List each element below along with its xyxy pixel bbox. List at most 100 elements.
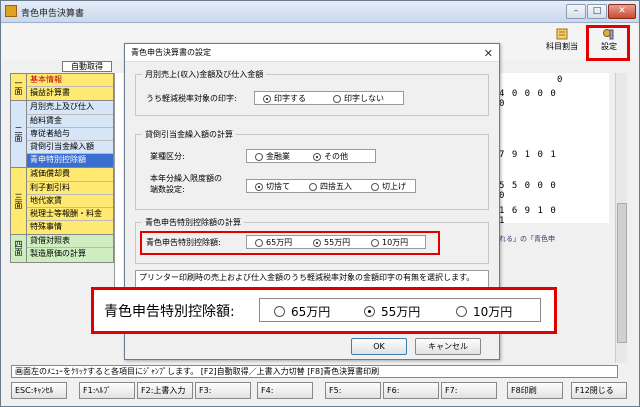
auto-fetch-toggle[interactable]: 自動取得: [62, 61, 112, 72]
function-key-bar: ESC:ｷｬﾝｾﾙ F1:ﾍﾙﾌﾟ F2:上書入力 F3: F4: F5: F6…: [11, 382, 631, 400]
nav-item-soneki[interactable]: 損益計算書: [27, 87, 113, 101]
section-bad-debt: 貸倒引当金繰入額の計算 業種区分: 金融業 その他 本年分繰入限度額の 端数設定…: [135, 129, 489, 210]
zoom-callout: 青色申告特別控除額: 65万円 55万円 10万円: [91, 287, 557, 334]
kamoku-wariate-button[interactable]: 科目割当: [542, 26, 582, 58]
status-bar: 画面左のﾒﾆｭｰをｸﾘｯｸすると各項目にｼﾞｬﾝﾌﾟします。 [F2]自動取得／…: [11, 365, 618, 378]
nav-item-family[interactable]: 専従者給与: [27, 127, 113, 141]
nav-item-salary[interactable]: 給料賃金: [27, 114, 113, 128]
fkey-f6[interactable]: F6:: [383, 382, 439, 399]
radio-button[interactable]: [263, 94, 271, 103]
nav-item-monthly[interactable]: 月別売上及び仕入: [27, 101, 113, 115]
form-value: 1 6 9 1 0 1: [499, 206, 557, 226]
fkey-f12[interactable]: F12閉じる: [571, 382, 627, 399]
nav-group-3: 三面 減価償却費 利子割引料 地代家賃 税理士等報酬・料金 特殊事情: [10, 168, 114, 236]
nav-item-fees[interactable]: 税理士等報酬・料金: [27, 207, 113, 222]
minimize-button[interactable]: –: [566, 4, 586, 19]
rounding-label-line2: 端数設定:: [150, 185, 185, 194]
fkey-f7[interactable]: F7:: [441, 382, 497, 399]
radio-button[interactable]: [313, 152, 321, 161]
radio-label: 印字しない: [344, 94, 384, 103]
kamoku-label: 科目割当: [546, 42, 578, 51]
rounding-label-line1: 本年分繰入限度額の: [150, 174, 222, 183]
radio-button[interactable]: [364, 306, 375, 317]
radio-button[interactable]: [255, 182, 263, 191]
nav-item-interest[interactable]: 利子割引料: [27, 181, 113, 195]
radio-button[interactable]: [333, 94, 341, 103]
dialog-title: 青色申告決算書の設定: [125, 44, 499, 62]
radio-no-print[interactable]: 印字しない: [333, 93, 384, 104]
fkey-f2[interactable]: F2:上書入力: [137, 382, 193, 399]
radio-ceil[interactable]: 切上げ: [371, 181, 406, 192]
fkey-f5[interactable]: F5:: [325, 382, 381, 399]
tax-print-radio-group: 印字する 印字しない: [254, 91, 404, 105]
nav-item-manufacturing[interactable]: 製造原価の計算: [27, 248, 113, 262]
form-note: れる」の「青色申: [499, 235, 555, 243]
nav-item-kihon[interactable]: 基本情報: [27, 74, 113, 88]
scrollbar-thumb[interactable]: [617, 203, 627, 343]
nav-group-label: 四面: [11, 235, 27, 262]
industry-radio-group: 金融業 その他: [246, 149, 376, 163]
fkey-f4[interactable]: F4:: [257, 382, 313, 399]
nav-item-depreciation[interactable]: 減価償却費: [27, 168, 113, 182]
radio-button[interactable]: [255, 152, 263, 161]
radio-label: その他: [324, 152, 348, 161]
radio-button[interactable]: [456, 306, 467, 317]
section-special-deduction: 青色申告特別控除額の計算 青色申告特別控除額: 65万円 55万円 10万円: [135, 217, 489, 264]
maximize-button[interactable]: □: [587, 4, 607, 19]
vertical-scrollbar[interactable]: [615, 73, 627, 363]
tax-print-label: うち軽減税率対象の印字:: [146, 94, 237, 103]
nav-item-special[interactable]: 特殊事情: [27, 221, 113, 235]
nav-item-balance[interactable]: 貸借対照表: [27, 235, 113, 249]
nav-group-2: 二面 月別売上及び仕入 給料賃金 専従者給与 貸倒引当金繰入額 青申特別控除額: [10, 101, 114, 169]
rounding-radio-group: 切捨て 四捨五入 切上げ: [246, 179, 416, 193]
fkey-esc[interactable]: ESC:ｷｬﾝｾﾙ: [11, 382, 67, 399]
radio-other[interactable]: その他: [313, 151, 348, 162]
close-button[interactable]: ✕: [608, 4, 636, 19]
nav-group-label: 一面: [11, 74, 27, 101]
radio-label: 65万円: [291, 305, 331, 319]
industry-label: 業種区分:: [150, 152, 185, 161]
zoom-radio-55[interactable]: 55万円: [364, 303, 420, 320]
radio-button[interactable]: [371, 182, 379, 191]
nav-group-label: 三面: [11, 168, 27, 235]
section-monthly: 月別売上(収入)金額及び仕入金額 うち軽減税率対象の印字: 印字する 印字しない: [135, 69, 489, 116]
window-title: 青色申告決算書: [21, 9, 85, 19]
fkey-f8[interactable]: F8印刷: [507, 382, 563, 399]
zoom-radio-10[interactable]: 10万円: [456, 303, 512, 320]
radio-label: 金融業: [266, 152, 290, 161]
account-assign-icon: [556, 28, 568, 40]
zoom-radio-group: 65万円 55万円 10万円: [259, 298, 541, 322]
radio-label: 10万円: [473, 305, 513, 319]
nav-item-rent[interactable]: 地代家賃: [27, 194, 113, 208]
nav-group-label: 二面: [11, 101, 27, 168]
radio-print[interactable]: 印字する: [263, 93, 306, 104]
left-nav: 一面 基本情報 損益計算書 二面 月別売上及び仕入 給料賃金 専従者給与 貸倒引…: [10, 73, 114, 263]
form-value: 5 5 0 0 0 0: [499, 181, 557, 201]
radio-label: 切上げ: [382, 182, 406, 191]
deduction-highlight: [140, 231, 440, 255]
radio-finance[interactable]: 金融業: [255, 151, 290, 162]
fkey-f3[interactable]: F3:: [195, 382, 251, 399]
radio-round[interactable]: 四捨五入: [309, 181, 352, 192]
app-icon: [5, 5, 17, 17]
nav-item-special-deduction[interactable]: 青申特別控除額: [27, 154, 113, 168]
zoom-label: 青色申告特別控除額:: [104, 304, 235, 320]
nav-item-bad-debt[interactable]: 貸倒引当金繰入額: [27, 140, 113, 155]
radio-label: 55万円: [381, 305, 421, 319]
nav-group-1: 一面 基本情報 損益計算書: [10, 73, 114, 102]
section-heading: 月別売上(収入)金額及び仕入金額: [142, 69, 267, 80]
cancel-button[interactable]: キャンセル: [415, 338, 481, 355]
radio-button[interactable]: [309, 182, 317, 191]
zoom-radio-65[interactable]: 65万円: [274, 303, 330, 320]
settei-highlight: [586, 25, 630, 61]
nav-group-4: 四面 貸借対照表 製造原価の計算: [10, 235, 114, 263]
radio-label: 四捨五入: [320, 182, 352, 191]
radio-button[interactable]: [274, 306, 285, 317]
section-heading: 貸倒引当金繰入額の計算: [142, 129, 236, 140]
dialog-close-button[interactable]: ✕: [484, 47, 493, 60]
radio-truncate[interactable]: 切捨て: [255, 181, 290, 192]
section-heading: 青色申告特別控除額の計算: [142, 217, 244, 228]
fkey-f1[interactable]: F1:ﾍﾙﾌﾟ: [79, 382, 135, 399]
form-value: 7 9 1 0 1: [499, 150, 557, 160]
ok-button[interactable]: OK: [351, 338, 407, 355]
